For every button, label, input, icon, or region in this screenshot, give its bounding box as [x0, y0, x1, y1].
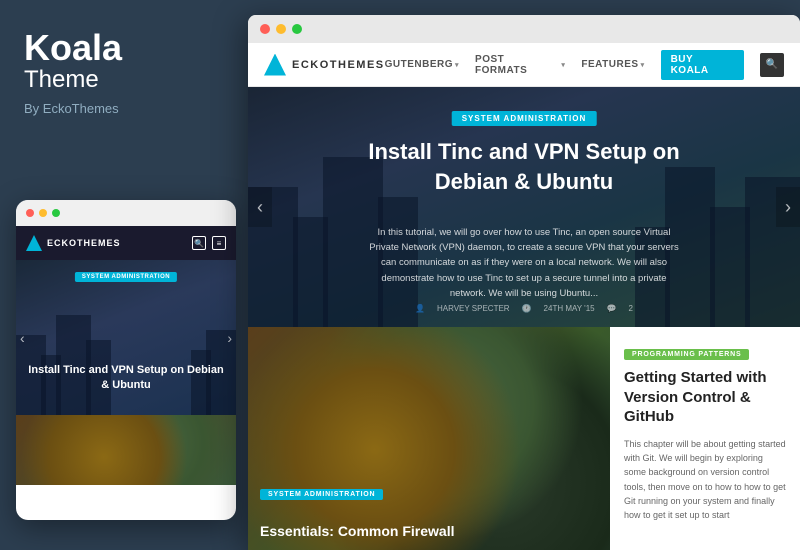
mobile-nav-icons: 🔍 ≡ — [192, 236, 226, 250]
left-panel: Koala Theme By EckoThemes ECKOTHEMES 🔍 ≡ — [0, 0, 248, 550]
mobile-top-bar — [16, 200, 236, 226]
desktop-nav-links: GUTENBERG ▾ POST FORMATS ▾ FEATURES ▾ BU… — [385, 50, 784, 80]
bottom-food-title: Essentials: Common Firewall — [260, 522, 598, 540]
desktop-dot-red — [260, 24, 270, 34]
bottom-food-image: SYSTEM ADMINISTRATION Essentials: Common… — [248, 327, 610, 550]
mobile-hero: SYSTEM ADMINISTRATION Install Tinc and V… — [16, 260, 236, 415]
hero-clock-icon: 🕐 — [522, 304, 532, 313]
desktop-nav-text: ECKOTHEMES — [292, 59, 385, 71]
mobile-search-icon[interactable]: 🔍 — [192, 236, 206, 250]
brand-by: By EckoThemes — [24, 101, 224, 116]
nav-link-post-formats[interactable]: POST FORMATS ▾ — [475, 54, 565, 76]
hero-date: 24TH MAY '15 — [544, 304, 595, 313]
desktop-nav-logo-icon — [264, 54, 286, 76]
desktop-bottom-right: PROGRAMMING PATTERNS Getting Started wit… — [610, 327, 800, 550]
bottom-right-badge: PROGRAMMING PATTERNS — [624, 349, 749, 360]
desktop-nav-brand: ECKOTHEMES — [264, 54, 385, 76]
hero-prev-arrow[interactable]: ‹ — [248, 187, 272, 227]
hero-author: HARVEY SPECTER — [437, 304, 510, 313]
desktop-bottom-left: SYSTEM ADMINISTRATION Essentials: Common… — [248, 327, 610, 550]
mobile-nav-text: ECKOTHEMES — [47, 238, 121, 248]
bottom-food-badge: SYSTEM ADMINISTRATION — [260, 489, 383, 500]
mobile-nav-brand: ECKOTHEMES — [26, 235, 121, 251]
mobile-dot-red — [26, 209, 34, 217]
mobile-card-image — [16, 415, 236, 485]
desktop-mockup: ECKOTHEMES GUTENBERG ▾ POST FORMATS ▾ FE… — [248, 15, 800, 550]
mobile-mockup: ECKOTHEMES 🔍 ≡ SYSTEM ADMINISTRATION Ins… — [16, 200, 236, 520]
nav-buy-button[interactable]: BUY KOALA — [661, 50, 745, 80]
hero-comment-icon: 💬 — [607, 304, 617, 313]
desktop-hero-meta: 👤 HARVEY SPECTER 🕐 24TH MAY '15 💬 2 — [415, 304, 633, 313]
mobile-hero-title: Install Tinc and VPN Setup on Debian & U… — [26, 363, 226, 393]
mobile-card — [16, 415, 236, 485]
mobile-dot-yellow — [39, 209, 47, 217]
desktop-hero: SYSTEM ADMINISTRATION Install Tinc and V… — [248, 87, 800, 327]
hero-author-icon: 👤 — [415, 304, 425, 313]
mobile-prev-arrow[interactable]: ‹ — [20, 330, 25, 346]
desktop-nav: ECKOTHEMES GUTENBERG ▾ POST FORMATS ▾ FE… — [248, 43, 800, 87]
brand-title: Koala — [24, 30, 224, 66]
nav-link-features[interactable]: FEATURES ▾ — [581, 59, 644, 70]
bottom-right-title: Getting Started with Version Control & G… — [624, 368, 786, 427]
hero-next-arrow[interactable]: › — [776, 187, 800, 227]
mobile-menu-icon[interactable]: ≡ — [212, 236, 226, 250]
mobile-hero-badge: SYSTEM ADMINISTRATION — [75, 272, 177, 282]
hero-comments: 2 — [629, 304, 633, 313]
mobile-nav: ECKOTHEMES 🔍 ≡ — [16, 226, 236, 260]
desktop-bottom: SYSTEM ADMINISTRATION Essentials: Common… — [248, 327, 800, 550]
food-visual — [16, 415, 236, 485]
nav-search-icon[interactable]: 🔍 — [760, 53, 784, 77]
mobile-next-arrow[interactable]: › — [227, 330, 232, 346]
desktop-hero-title: Install Tinc and VPN Setup on Debian & U… — [354, 137, 694, 196]
desktop-top-bar — [248, 15, 800, 43]
brand-subtitle: Theme — [24, 66, 224, 95]
hero-bld-6 — [710, 207, 750, 327]
bottom-right-description: This chapter will be about getting start… — [624, 437, 786, 523]
nav-link-gutenberg[interactable]: GUTENBERG ▾ — [385, 59, 459, 70]
desktop-hero-badge: SYSTEM ADMINISTRATION — [452, 111, 597, 126]
mobile-dot-green — [52, 209, 60, 217]
desktop-dot-yellow — [276, 24, 286, 34]
desktop-dot-green — [292, 24, 302, 34]
desktop-hero-description: In this tutorial, we will go over how to… — [364, 225, 684, 301]
mobile-nav-logo-icon — [26, 235, 42, 251]
